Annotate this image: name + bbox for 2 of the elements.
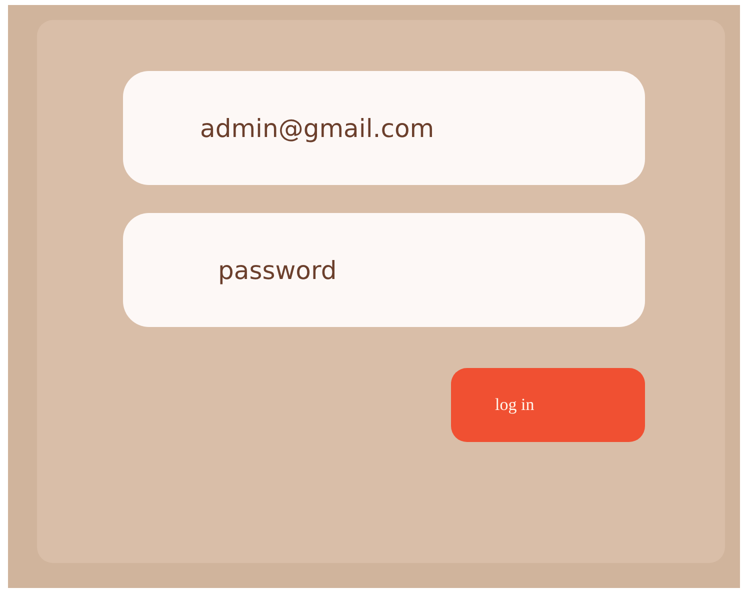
- email-field[interactable]: admin@gmail.com: [123, 71, 645, 185]
- password-field[interactable]: password: [123, 213, 645, 327]
